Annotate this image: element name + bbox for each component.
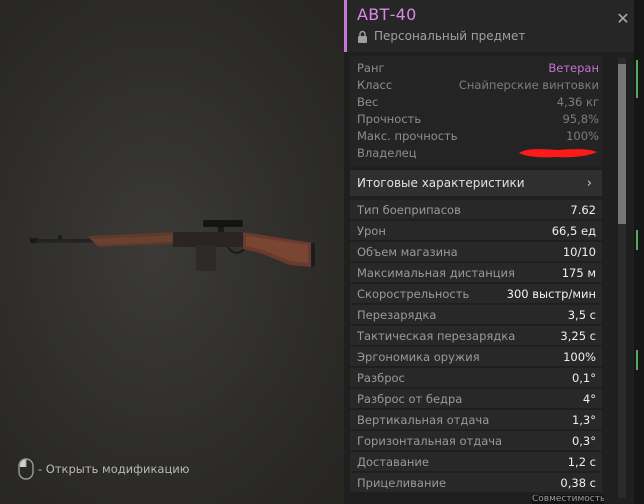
lock-icon — [358, 30, 367, 43]
info-value: 95,8% — [562, 111, 599, 126]
stat-value: 3,5 с — [567, 307, 596, 322]
compatibility-tab-partial[interactable]: Совместимость — [532, 495, 604, 504]
summary-stats-toggle[interactable]: Итоговые характеристики › — [350, 170, 602, 196]
stat-label: Вертикальная отдача — [357, 412, 490, 427]
info-label: Макс. прочность — [357, 128, 458, 143]
info-value: Ветеран — [548, 60, 599, 75]
item-info-box: Ранг Ветеран Класс Снайперские винтовки … — [350, 56, 602, 166]
stat-value: 100% — [563, 349, 596, 364]
stat-row: Разброс от бедра 4° — [350, 389, 602, 408]
stat-label: Урон — [357, 223, 386, 238]
stat-label: Тип боеприпасов — [357, 202, 461, 217]
stat-row: Горизонтальная отдача 0,3° — [350, 431, 602, 450]
stat-row: Тип боеприпасов 7.62 — [350, 200, 602, 219]
side-indicator — [636, 60, 638, 98]
close-icon: ✕ — [616, 9, 630, 28]
info-value: 4,36 кг — [556, 94, 599, 109]
scroll-thumb[interactable] — [618, 64, 626, 224]
hint-label: - Открыть модификацию — [38, 462, 190, 476]
stat-label: Объем магазина — [357, 244, 458, 259]
mouse-icon — [18, 458, 34, 480]
item-title: АВТ-40 — [357, 5, 417, 24]
info-label: Ранг — [357, 60, 385, 75]
stat-row: Максимальная дистанция 175 м — [350, 263, 602, 282]
rifle-image — [30, 220, 315, 271]
stat-value: 1,3° — [571, 412, 596, 427]
info-row-weight: Вес 4,36 кг — [357, 93, 599, 110]
stat-label: Доставание — [357, 454, 429, 469]
stat-label: Скорострельность — [357, 286, 470, 301]
stat-label: Прицеливание — [357, 475, 447, 490]
stat-label: Разброс — [357, 370, 405, 385]
stat-value: 3,25 с — [560, 328, 596, 343]
owner-redaction — [519, 148, 597, 157]
subtitle-label: Персональный предмет — [374, 29, 526, 43]
stat-value: 300 выстр/мин — [506, 286, 596, 301]
weapon-preview: - Открыть модификацию — [0, 0, 344, 504]
info-label: Прочность — [357, 111, 422, 126]
stat-row: Урон 66,5 ед — [350, 221, 602, 240]
chevron-right-icon: › — [586, 175, 592, 191]
item-subtitle: Персональный предмет — [357, 29, 525, 43]
info-value: Снайперские винтовки — [458, 77, 599, 92]
summary-label: Итоговые характеристики — [357, 176, 525, 190]
side-strip — [634, 0, 644, 504]
stat-row: Скорострельность 300 выстр/мин — [350, 284, 602, 303]
stat-row: Прицеливание 0,38 с — [350, 473, 602, 492]
stat-label: Перезарядка — [357, 307, 437, 322]
stat-row: Перезарядка 3,5 с — [350, 305, 602, 324]
info-row-owner: Владелец — [357, 144, 599, 161]
stat-row: Тактическая перезарядка 3,25 с — [350, 326, 602, 345]
stat-row: Объем магазина 10/10 — [350, 242, 602, 261]
info-value: 100% — [566, 128, 599, 143]
stat-value: 175 м — [561, 265, 596, 280]
info-row-max-durability: Макс. прочность 100% — [357, 127, 599, 144]
stat-value: 66,5 ед — [551, 223, 596, 238]
info-label: Вес — [357, 94, 379, 109]
open-modification-hint: - Открыть модификацию — [18, 457, 189, 481]
scrollbar[interactable] — [618, 58, 626, 498]
stat-row: Эргономика оружия 100% — [350, 347, 602, 366]
stat-label: Разброс от бедра — [357, 391, 463, 406]
stat-value: 10/10 — [562, 244, 596, 259]
stat-value: 7.62 — [570, 202, 596, 217]
stat-value: 0,3° — [571, 433, 596, 448]
info-row-rank: Ранг Ветеран — [357, 59, 599, 76]
stat-value: 0,38 с — [560, 475, 596, 490]
side-indicator — [636, 230, 638, 250]
info-row-class: Класс Снайперские винтовки — [357, 76, 599, 93]
item-details-panel: АВТ-40 ✕ Персональный предмет Ранг Ветер… — [344, 0, 644, 504]
close-button[interactable]: ✕ — [616, 9, 630, 28]
stat-row: Доставание 1,2 с — [350, 452, 602, 471]
rarity-accent-bar — [344, 0, 347, 52]
stat-label: Эргономика оружия — [357, 349, 480, 364]
stat-label: Максимальная дистанция — [357, 265, 515, 280]
stat-row: Вертикальная отдача 1,3° — [350, 410, 602, 429]
stat-label: Тактическая перезарядка — [357, 328, 516, 343]
info-label: Владелец — [357, 145, 417, 160]
info-row-durability: Прочность 95,8% — [357, 110, 599, 127]
stat-row: Разброс 0,1° — [350, 368, 602, 387]
stat-value: 1,2 с — [567, 454, 596, 469]
side-indicator — [636, 350, 638, 370]
info-label: Класс — [357, 77, 393, 92]
stat-label: Горизонтальная отдача — [357, 433, 503, 448]
stat-value: 4° — [582, 391, 596, 406]
stat-value: 0,1° — [571, 370, 596, 385]
